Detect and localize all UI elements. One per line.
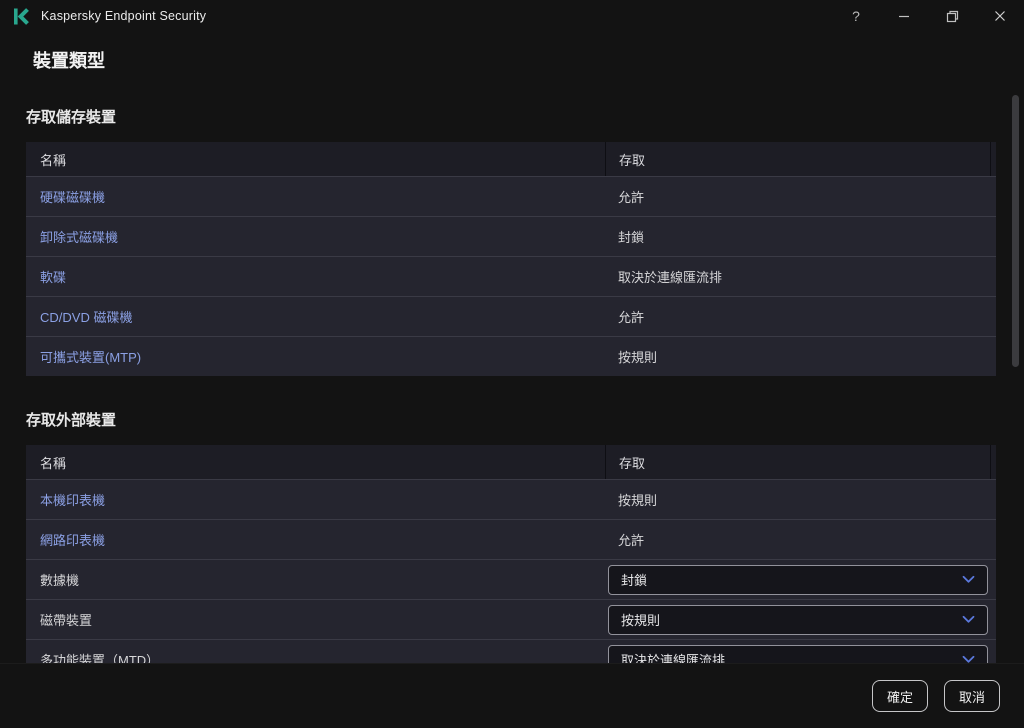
footer: 確定 取消 <box>0 663 1024 728</box>
device-name-link[interactable]: 網路印表機 <box>26 530 605 549</box>
table-row: CD/DVD 磁碟機 允許 <box>26 296 996 336</box>
device-name-link[interactable]: 卸除式磁碟機 <box>26 227 605 246</box>
access-value: 允許 <box>618 190 645 205</box>
window-controls: ? <box>832 0 1024 32</box>
device-table: 名稱 存取 硬碟磁碟機 允許 卸除式磁碟機 封鎖 軟碟 取決於連線匯流排 CD/… <box>26 142 996 376</box>
table-row: 軟碟 取決於連線匯流排 <box>26 256 996 296</box>
chevron-down-icon <box>962 652 975 663</box>
access-dropdown[interactable]: 取決於連線匯流排 <box>608 644 988 663</box>
page-title: 裝置類型 <box>33 51 105 71</box>
column-header-access: 存取 <box>605 142 990 176</box>
access-dropdown-value: 按規則 <box>621 613 661 628</box>
access-cell: 按規則 <box>605 480 996 519</box>
device-name: 數據機 <box>40 573 80 588</box>
access-value: 允許 <box>618 310 645 325</box>
access-value: 封鎖 <box>618 230 645 245</box>
table-row: 本機印表機 按規則 <box>26 479 996 519</box>
device-name-link[interactable]: CD/DVD 磁碟機 <box>26 307 605 326</box>
access-cell: 允許 <box>605 297 996 336</box>
table-row: 可攜式裝置(MTP) 按規則 <box>26 336 996 376</box>
column-header-end <box>990 142 996 176</box>
access-cell: 取決於連線匯流排 <box>605 257 996 296</box>
minimize-button[interactable] <box>880 0 928 32</box>
table-header: 名稱 存取 <box>26 142 996 176</box>
close-button[interactable] <box>976 0 1024 32</box>
table-row: 多功能裝置（MTD） 取決於連線匯流排 <box>26 639 996 663</box>
device-name-link[interactable]: 可攜式裝置(MTP) <box>26 347 605 366</box>
kaspersky-window: Kaspersky Endpoint Security ? 裝置類型 存取儲存裝… <box>0 0 1024 728</box>
column-header-access: 存取 <box>605 445 990 479</box>
device-section: 存取外部裝置 名稱 存取 本機印表機 按規則 網路印表機 允許 數據機 封鎖 磁… <box>26 409 996 663</box>
access-cell: 封鎖 <box>605 217 996 256</box>
titlebar: Kaspersky Endpoint Security ? <box>0 0 1024 32</box>
access-cell: 按規則 <box>605 600 996 639</box>
access-value: 允許 <box>618 533 645 548</box>
cancel-button[interactable]: 取消 <box>943 680 1000 712</box>
chevron-down-icon <box>962 572 975 587</box>
kaspersky-logo-icon <box>12 7 31 26</box>
content: 裝置類型 存取儲存裝置 名稱 存取 硬碟磁碟機 允許 卸除式磁碟機 封鎖 軟碟 … <box>0 32 1024 663</box>
access-dropdown-value: 封鎖 <box>621 573 648 588</box>
device-table: 名稱 存取 本機印表機 按規則 網路印表機 允許 數據機 封鎖 磁帶裝置 按規則… <box>26 445 996 663</box>
sections-mount: 存取儲存裝置 名稱 存取 硬碟磁碟機 允許 卸除式磁碟機 封鎖 軟碟 取決於連線… <box>26 106 996 663</box>
help-button[interactable]: ? <box>832 0 880 32</box>
access-cell: 封鎖 <box>605 560 996 599</box>
table-row: 硬碟磁碟機 允許 <box>26 176 996 216</box>
access-cell: 允許 <box>605 520 996 559</box>
table-row: 卸除式磁碟機 封鎖 <box>26 216 996 256</box>
column-header-end <box>990 445 996 479</box>
device-name: 磁帶裝置 <box>40 613 93 628</box>
device-name: 多功能裝置（MTD） <box>40 653 160 663</box>
access-cell: 按規則 <box>605 337 996 376</box>
table-row: 網路印表機 允許 <box>26 519 996 559</box>
table-body: 本機印表機 按規則 網路印表機 允許 數據機 封鎖 磁帶裝置 按規則 多功能裝置… <box>26 479 996 663</box>
ok-button[interactable]: 確定 <box>871 680 928 712</box>
device-name-link[interactable]: 硬碟磁碟機 <box>26 187 605 206</box>
restore-button[interactable] <box>928 0 976 32</box>
access-value: 取決於連線匯流排 <box>618 270 723 285</box>
table-row: 磁帶裝置 按規則 <box>26 599 996 639</box>
access-value: 按規則 <box>618 493 658 508</box>
device-name-link[interactable]: 本機印表機 <box>26 490 605 509</box>
section-title: 存取外部裝置 <box>26 412 117 429</box>
table-row: 數據機 封鎖 <box>26 559 996 599</box>
access-dropdown[interactable]: 封鎖 <box>608 564 988 595</box>
vertical-scrollbar[interactable] <box>1012 95 1019 367</box>
table-body: 硬碟磁碟機 允許 卸除式磁碟機 封鎖 軟碟 取決於連線匯流排 CD/DVD 磁碟… <box>26 176 996 376</box>
device-name-link[interactable]: 軟碟 <box>26 267 605 286</box>
access-value: 按規則 <box>618 350 658 365</box>
access-cell: 允許 <box>605 177 996 216</box>
column-header-name: 名稱 <box>40 152 67 168</box>
section-title: 存取儲存裝置 <box>26 109 117 126</box>
chevron-down-icon <box>962 612 975 627</box>
table-header: 名稱 存取 <box>26 445 996 479</box>
app-title: Kaspersky Endpoint Security <box>41 9 207 23</box>
access-dropdown-value: 取決於連線匯流排 <box>621 653 726 663</box>
access-cell: 取決於連線匯流排 <box>605 640 996 663</box>
device-section: 存取儲存裝置 名稱 存取 硬碟磁碟機 允許 卸除式磁碟機 封鎖 軟碟 取決於連線… <box>26 106 996 376</box>
access-dropdown[interactable]: 按規則 <box>608 604 988 635</box>
column-header-name: 名稱 <box>40 455 67 471</box>
